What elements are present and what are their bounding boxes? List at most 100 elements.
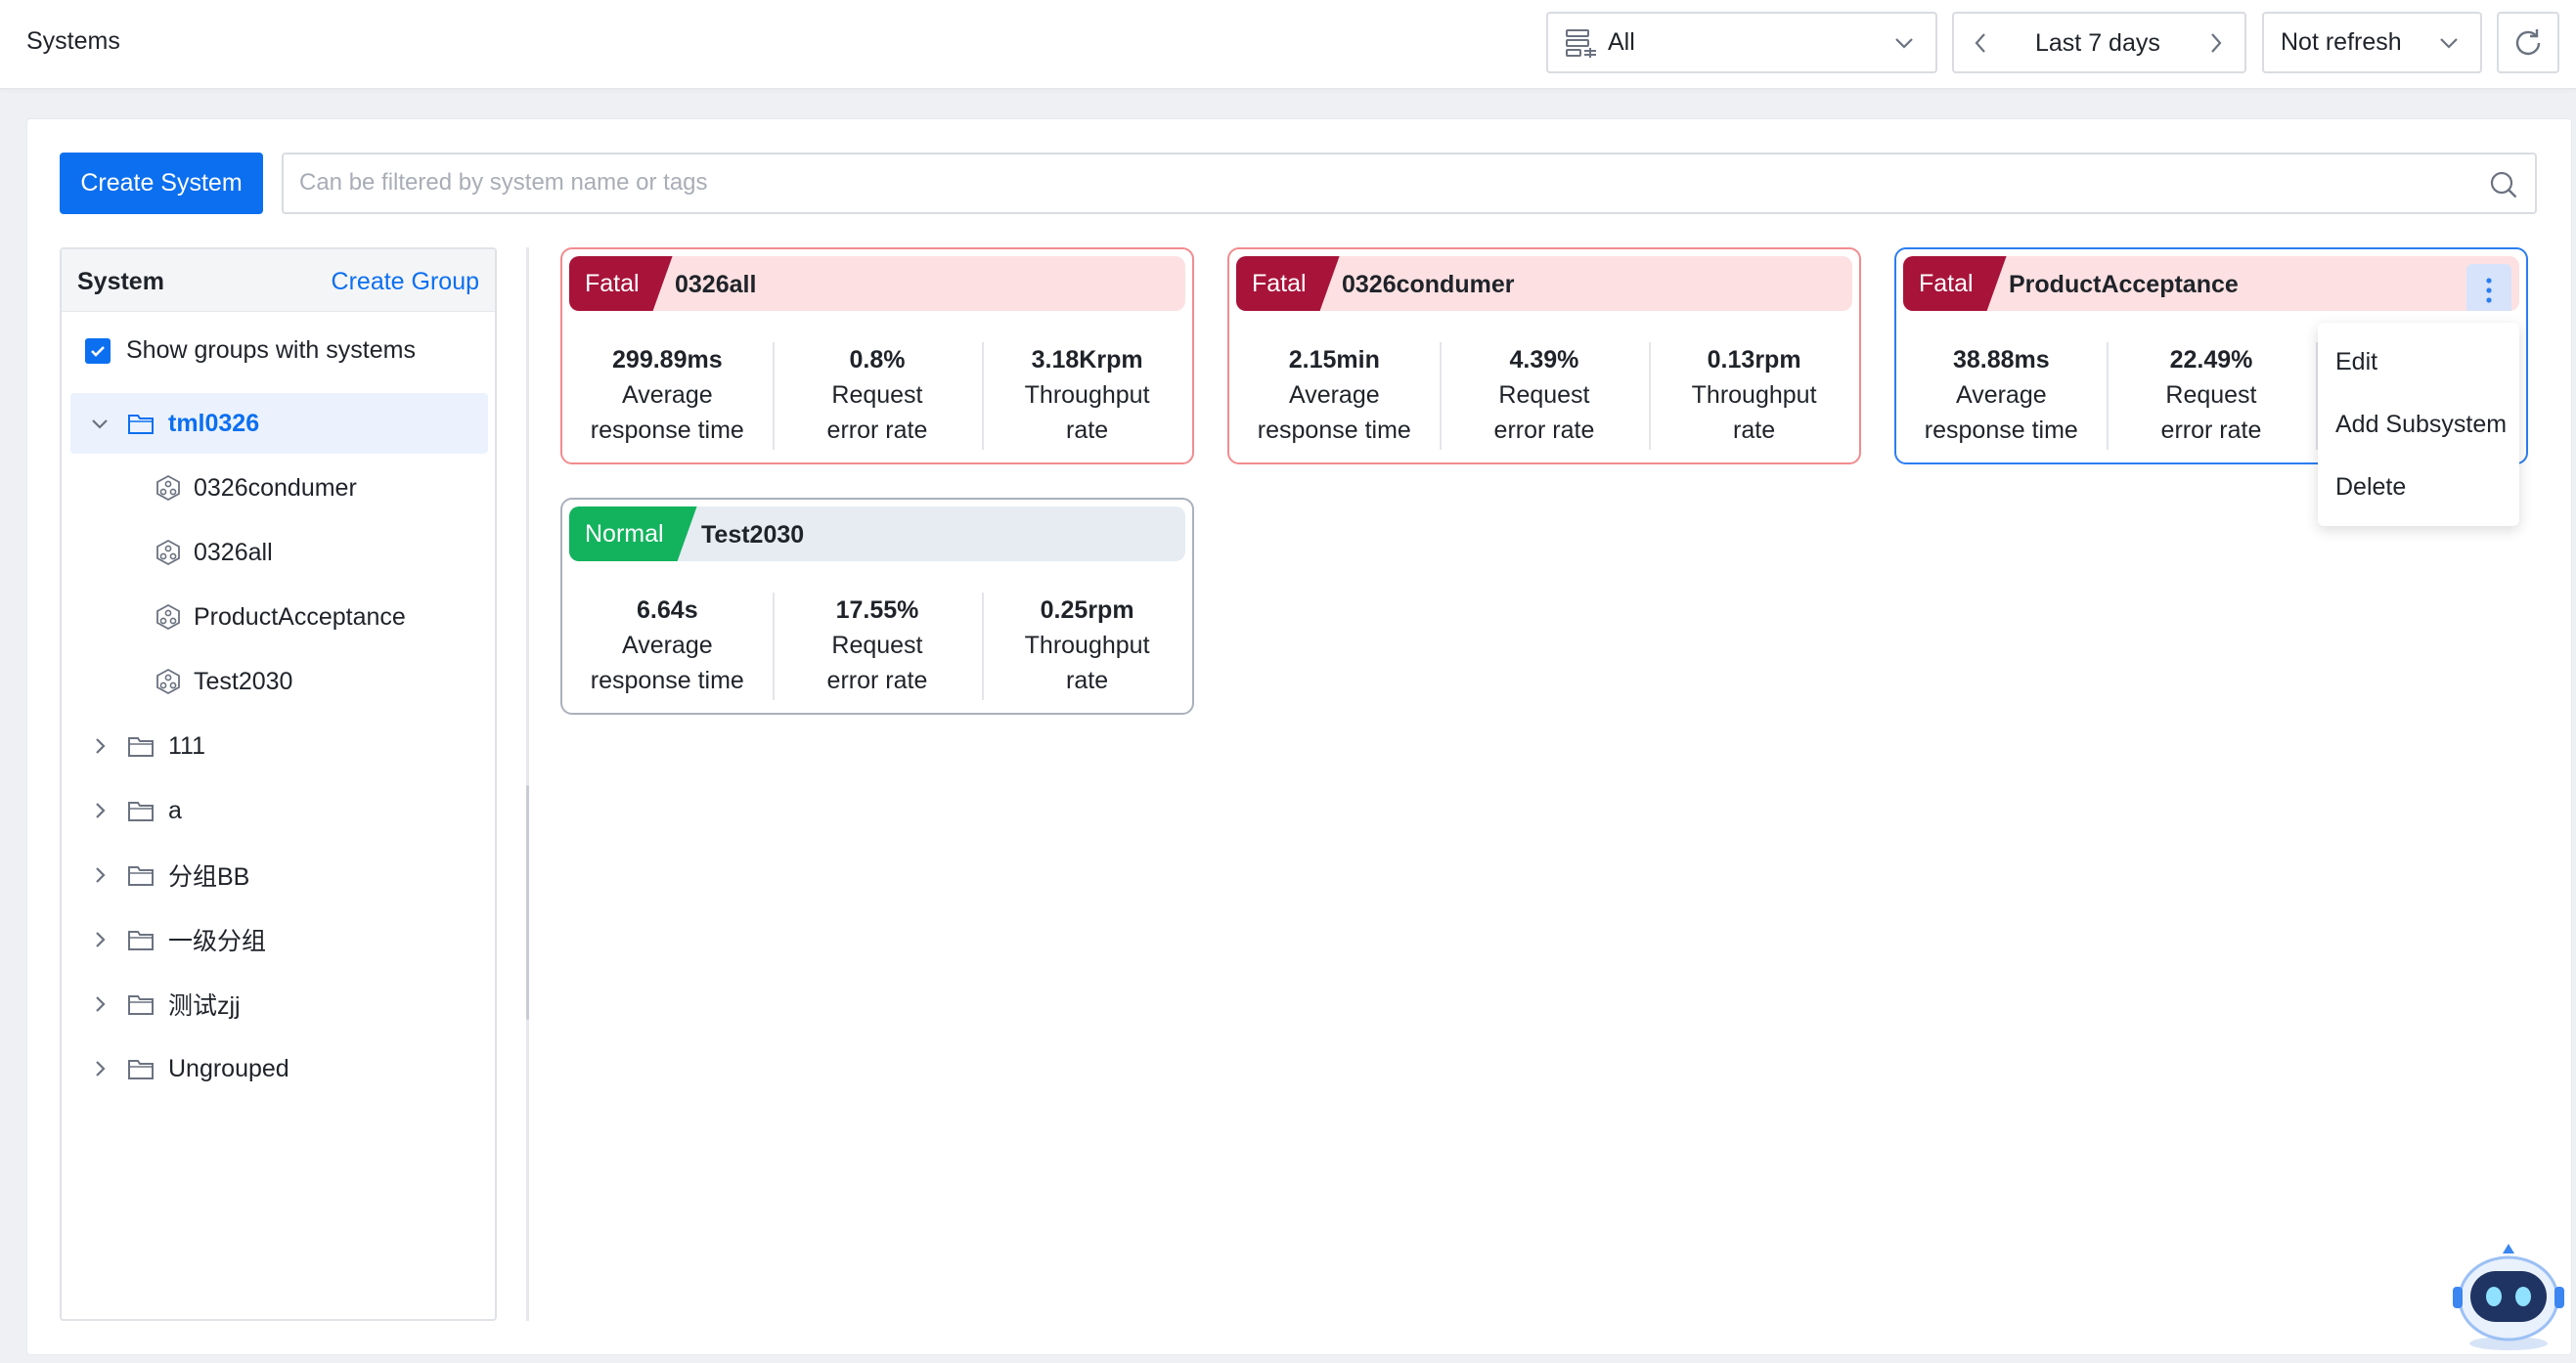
system-node-icon [155,474,182,502]
card-metrics: 6.64s Average response time 17.55% Reque… [562,593,1192,710]
refresh-interval-select[interactable]: Not refresh [2262,12,2482,73]
metric-value: 2.15min [1288,346,1380,374]
tree-group-label: a [168,796,182,824]
menu-item-edit[interactable]: Edit [2335,348,2377,376]
metric-label: error rate [826,667,928,694]
system-node-icon [155,539,182,566]
top-bar: Systems All Last 7 days Not refresh [0,0,2576,89]
refresh-icon [2511,26,2545,60]
metric-label: Average [621,381,713,409]
create-group-link[interactable]: Create Group [332,268,479,296]
more-vertical-icon [2485,276,2493,305]
more-menu-button[interactable] [2466,264,2511,311]
menu-item-add-subsystem[interactable]: Add Subsystem [2335,411,2507,439]
metric-label: error rate [1493,417,1595,444]
system-card[interactable]: Fatal 0326all 299.89ms Average response … [560,247,1194,464]
metric-value: 4.39% [1509,346,1579,374]
metric-throughput: 0.25rpm Throughput rate [982,593,1192,710]
metric-error-rate: 17.55% Request error rate [772,593,983,710]
metric-label: rate [1733,417,1776,444]
metric-label: Throughput [1024,632,1150,659]
metric-value: 299.89ms [612,346,723,374]
menu-item-delete[interactable]: Delete [2335,473,2406,502]
metric-error-rate: 0.8% Request error rate [772,342,983,460]
chevron-right-icon[interactable] [80,799,119,822]
tree-item-system[interactable]: 0326all [70,522,488,583]
tree-item-label: Test2030 [194,667,293,695]
tree-group-label: 测试zjj [168,992,241,1020]
create-system-button[interactable]: Create System [60,153,263,214]
folder-icon [127,928,155,951]
card-metrics: 299.89ms Average response time 0.8% Requ… [562,342,1192,460]
metric-label: response time [590,667,744,694]
metric-label: Request [1498,381,1590,409]
metric-label: Throughput [1691,381,1817,409]
checkbox-checked-icon[interactable] [85,337,111,364]
metric-response-time: 299.89ms Average response time [562,342,773,460]
tree-group[interactable]: 分组BB [70,845,488,905]
card-title: 0326all [675,271,757,298]
card-title: ProductAcceptance [2009,271,2239,298]
show-groups-toggle[interactable]: Show groups with systems [85,336,416,365]
search-icon[interactable] [2488,169,2519,205]
metric-label: response time [590,417,744,444]
tree-item-label: 0326all [194,538,273,566]
card-header: Fatal ProductAcceptance [1903,256,2519,311]
panel-splitter[interactable] [526,247,529,1321]
system-card[interactable]: Fatal 0326condumer 2.15min Average respo… [1227,247,1861,464]
system-filter-select[interactable]: All [1546,12,1937,73]
show-groups-label: Show groups with systems [126,336,416,364]
status-badge: Fatal [569,256,673,311]
time-range-picker[interactable]: Last 7 days [1952,12,2246,73]
tree-group[interactable]: 测试zjj [70,974,488,1034]
metric-label: error rate [826,417,928,444]
chevron-right-icon[interactable] [80,1057,119,1080]
tree-item-system[interactable]: ProductAcceptance [70,587,488,647]
metric-error-rate: 4.39% Request error rate [1439,342,1650,460]
tree-group-tml0326[interactable]: tml0326 [70,393,488,454]
folder-icon [127,992,155,1016]
chevron-down-icon[interactable] [80,412,119,435]
tree-group[interactable]: a [70,780,488,841]
tree-item-system[interactable]: Test2030 [70,651,488,712]
card-header: Fatal 0326all [569,256,1185,311]
database-list-icon [1565,27,1598,59]
search-input[interactable] [284,154,2435,211]
metric-error-rate: 22.49% Request error rate [2106,342,2317,460]
card-header: Fatal 0326condumer [1236,256,1852,311]
chevron-right-icon[interactable] [2205,28,2227,65]
scrollbar-thumb[interactable] [526,785,529,1020]
metric-label: Average [1955,381,2047,409]
tree-group[interactable]: 111 [70,716,488,776]
metric-label: Throughput [1024,381,1150,409]
status-badge: Fatal [1236,256,1340,311]
metric-response-time: 38.88ms Average response time [1896,342,2107,460]
tree-group-label: 分组BB [168,863,250,891]
chevron-right-icon[interactable] [80,928,119,951]
chevron-left-icon[interactable] [1970,28,1991,65]
folder-icon [127,799,155,822]
metric-value: 6.64s [637,596,698,624]
metric-throughput: 3.18Krpm Throughput rate [982,342,1192,460]
robot-assistant-icon[interactable] [2453,1238,2564,1353]
metric-value: 3.18Krpm [1031,346,1143,374]
tree-header: System Create Group [62,249,495,312]
reload-button[interactable] [2497,12,2559,73]
system-filter-value: All [1608,28,1635,56]
chevron-right-icon[interactable] [80,734,119,758]
tree-group-label: tml0326 [168,409,260,437]
folder-icon [127,1057,155,1080]
tree-item-label: 0326condumer [194,473,357,502]
system-card[interactable]: Normal Test2030 6.64s Average response t… [560,498,1194,715]
chevron-right-icon[interactable] [80,863,119,887]
chevron-right-icon[interactable] [80,992,119,1016]
system-node-icon [155,668,182,695]
system-node-icon [155,603,182,631]
chevron-down-icon [2437,29,2461,64]
metric-label: response time [1257,417,1411,444]
tree-item-system[interactable]: 0326condumer [70,458,488,518]
tree-group[interactable]: 一级分组 [70,909,488,970]
tree-item-label: ProductAcceptance [194,602,406,631]
card-title: 0326condumer [1342,271,1515,298]
tree-group[interactable]: Ungrouped [70,1038,488,1099]
